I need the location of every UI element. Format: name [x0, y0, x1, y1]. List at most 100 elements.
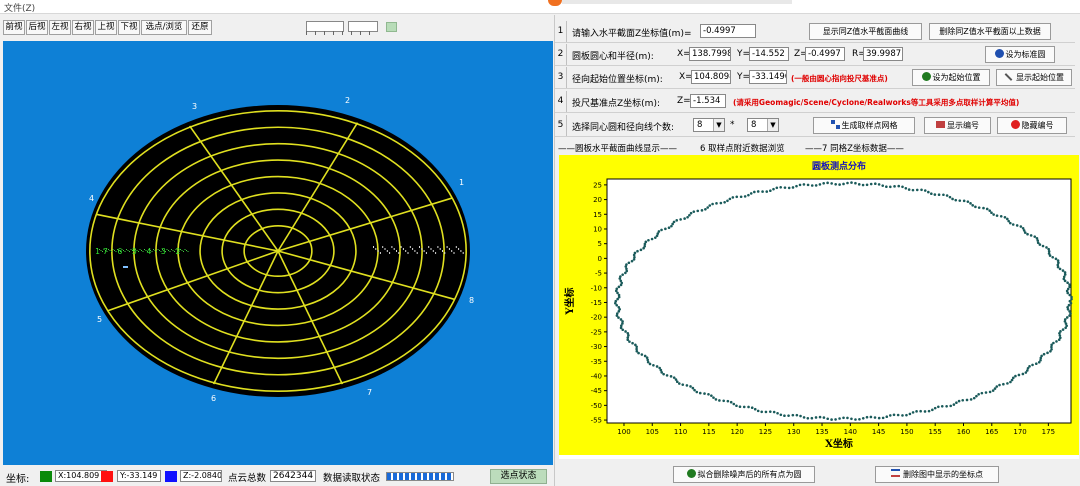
- data-point: [1010, 378, 1014, 382]
- point-speck: [451, 250, 453, 252]
- center-x-input[interactable]: 138.7998: [689, 47, 731, 61]
- start-x-input[interactable]: 104.8098: [691, 70, 731, 84]
- data-point: [769, 189, 772, 193]
- data-point: [869, 182, 873, 186]
- data-point: [1028, 365, 1031, 368]
- ring-label: 2: [176, 247, 181, 256]
- data-point: [830, 418, 833, 421]
- point-speck: [163, 250, 165, 251]
- point-speck: [166, 249, 168, 250]
- top-view-button[interactable]: 上视: [95, 20, 117, 35]
- point-cloud-viewport[interactable]: 123456781765432: [3, 41, 553, 465]
- data-point: [1006, 217, 1009, 221]
- center-y-input[interactable]: -14.552: [749, 47, 789, 61]
- bottom-view-button[interactable]: 下视: [118, 20, 140, 35]
- point-speck: [430, 248, 432, 250]
- point-speck: [458, 248, 460, 250]
- hide-numbers-button[interactable]: 隐藏编号: [997, 117, 1067, 134]
- point-speck: [124, 251, 126, 252]
- data-point: [933, 406, 937, 410]
- tab-same-grid-z[interactable]: ——7 同格Z坐标数据——: [805, 142, 904, 154]
- data-point: [1009, 221, 1012, 225]
- data-point: [1046, 351, 1049, 355]
- scatter-chart-svg: 圆板测点分布100 105 110 115 120 125 130 135 140 145 150 1…: [559, 155, 1079, 459]
- data-point: [1066, 281, 1069, 285]
- set-standard-circle-button[interactable]: 设为标准圆: [985, 46, 1055, 63]
- data-point: [930, 192, 933, 195]
- show-start-position-button[interactable]: 显示起始位置: [996, 69, 1072, 86]
- delete-chart-points-button[interactable]: 删除图中显示的坐标点: [875, 466, 999, 483]
- grid-count-label: 选择同心圆和径向线个数:: [572, 123, 675, 133]
- center-z-input[interactable]: -0.4997: [805, 47, 845, 61]
- right-view-button[interactable]: 右视: [72, 20, 94, 35]
- y-tick-label: -10: [591, 284, 602, 292]
- point-speck: [377, 250, 379, 252]
- data-point: [901, 185, 904, 189]
- data-point: [927, 190, 930, 194]
- data-point: [850, 181, 853, 184]
- data-point: [1041, 244, 1045, 248]
- generate-grid-button[interactable]: 生成取样点网格: [813, 117, 915, 134]
- data-point: [826, 181, 829, 185]
- row-number: 1: [555, 21, 567, 42]
- tab-section-curve[interactable]: ——圆板水平截面曲线显示——: [558, 142, 677, 154]
- data-point: [779, 413, 783, 417]
- select-status-button[interactable]: 选点状态: [490, 469, 547, 484]
- x-tick-label: 160: [957, 428, 970, 436]
- select-browse-button[interactable]: 选点/浏览: [141, 20, 187, 35]
- fit-circle-button[interactable]: 拟合删除噪声后的所有点为圆: [673, 466, 815, 483]
- point-total-label: 点云总数: [228, 473, 267, 484]
- data-point: [760, 410, 764, 414]
- point-speck: [115, 251, 117, 252]
- delete-above-section-button[interactable]: 删除同Z值水平截面以上数据: [929, 23, 1051, 40]
- data-point: [802, 416, 806, 419]
- data-point: [726, 199, 729, 203]
- data-point: [747, 405, 750, 409]
- view-toggle-square[interactable]: [386, 22, 397, 32]
- reset-view-button[interactable]: 还原: [188, 20, 212, 35]
- tab-sample-browse[interactable]: 6 取样点附近数据浏览: [700, 142, 785, 154]
- y-tick-label: -50: [591, 402, 602, 410]
- show-z-section-button[interactable]: 显示同Z值水平截面曲线: [809, 23, 922, 40]
- radius-input[interactable]: 39.9987: [863, 47, 903, 61]
- data-point: [1061, 328, 1065, 331]
- y-tick-label: -35: [591, 358, 602, 366]
- data-point: [691, 386, 695, 390]
- left-view-button[interactable]: 左视: [49, 20, 71, 35]
- z-section-input[interactable]: -0.4997: [700, 24, 756, 38]
- set-start-position-button[interactable]: 设为起始位置: [912, 69, 990, 86]
- data-point: [988, 390, 992, 394]
- point-speck: [419, 246, 420, 248]
- show-numbers-button[interactable]: 显示编号: [924, 117, 991, 134]
- data-point: [1063, 271, 1067, 274]
- data-point: [810, 416, 814, 420]
- point-speck: [123, 250, 124, 251]
- point-cloud-render[interactable]: 123456781 7 6 5 4 3 2: [3, 41, 553, 465]
- menu-file[interactable]: 文件(Z): [4, 1, 35, 14]
- data-point: [998, 383, 1001, 387]
- data-point: [662, 372, 665, 376]
- front-view-button[interactable]: 前视: [3, 20, 25, 35]
- back-view-button[interactable]: 后视: [26, 20, 48, 35]
- circle-count-select[interactable]: 8 ▼: [693, 118, 725, 132]
- data-point: [1026, 232, 1029, 236]
- y-coord-field: Y:-33.149: [117, 470, 161, 482]
- ref-z-input[interactable]: -1.534: [690, 94, 726, 108]
- point-speck: [133, 251, 135, 252]
- point-speck: [412, 248, 414, 250]
- data-point: [742, 405, 746, 409]
- data-point: [957, 399, 961, 403]
- stop-icon: [1010, 120, 1020, 129]
- point-speck: [428, 246, 430, 248]
- data-point: [1062, 275, 1066, 279]
- data-point: [955, 401, 958, 405]
- point-speck: [375, 248, 377, 250]
- data-point: [988, 209, 992, 212]
- start-y-input[interactable]: -33.1496: [749, 70, 787, 84]
- data-point: [1006, 382, 1009, 385]
- data-point: [783, 414, 786, 418]
- radial-count-select[interactable]: 8 ▼: [747, 118, 779, 132]
- data-point: [667, 226, 671, 230]
- row-3: 3 径向起始位置坐标(m): X= 104.8098 Y= -33.1496 (…: [555, 67, 1075, 89]
- data-point: [749, 192, 753, 195]
